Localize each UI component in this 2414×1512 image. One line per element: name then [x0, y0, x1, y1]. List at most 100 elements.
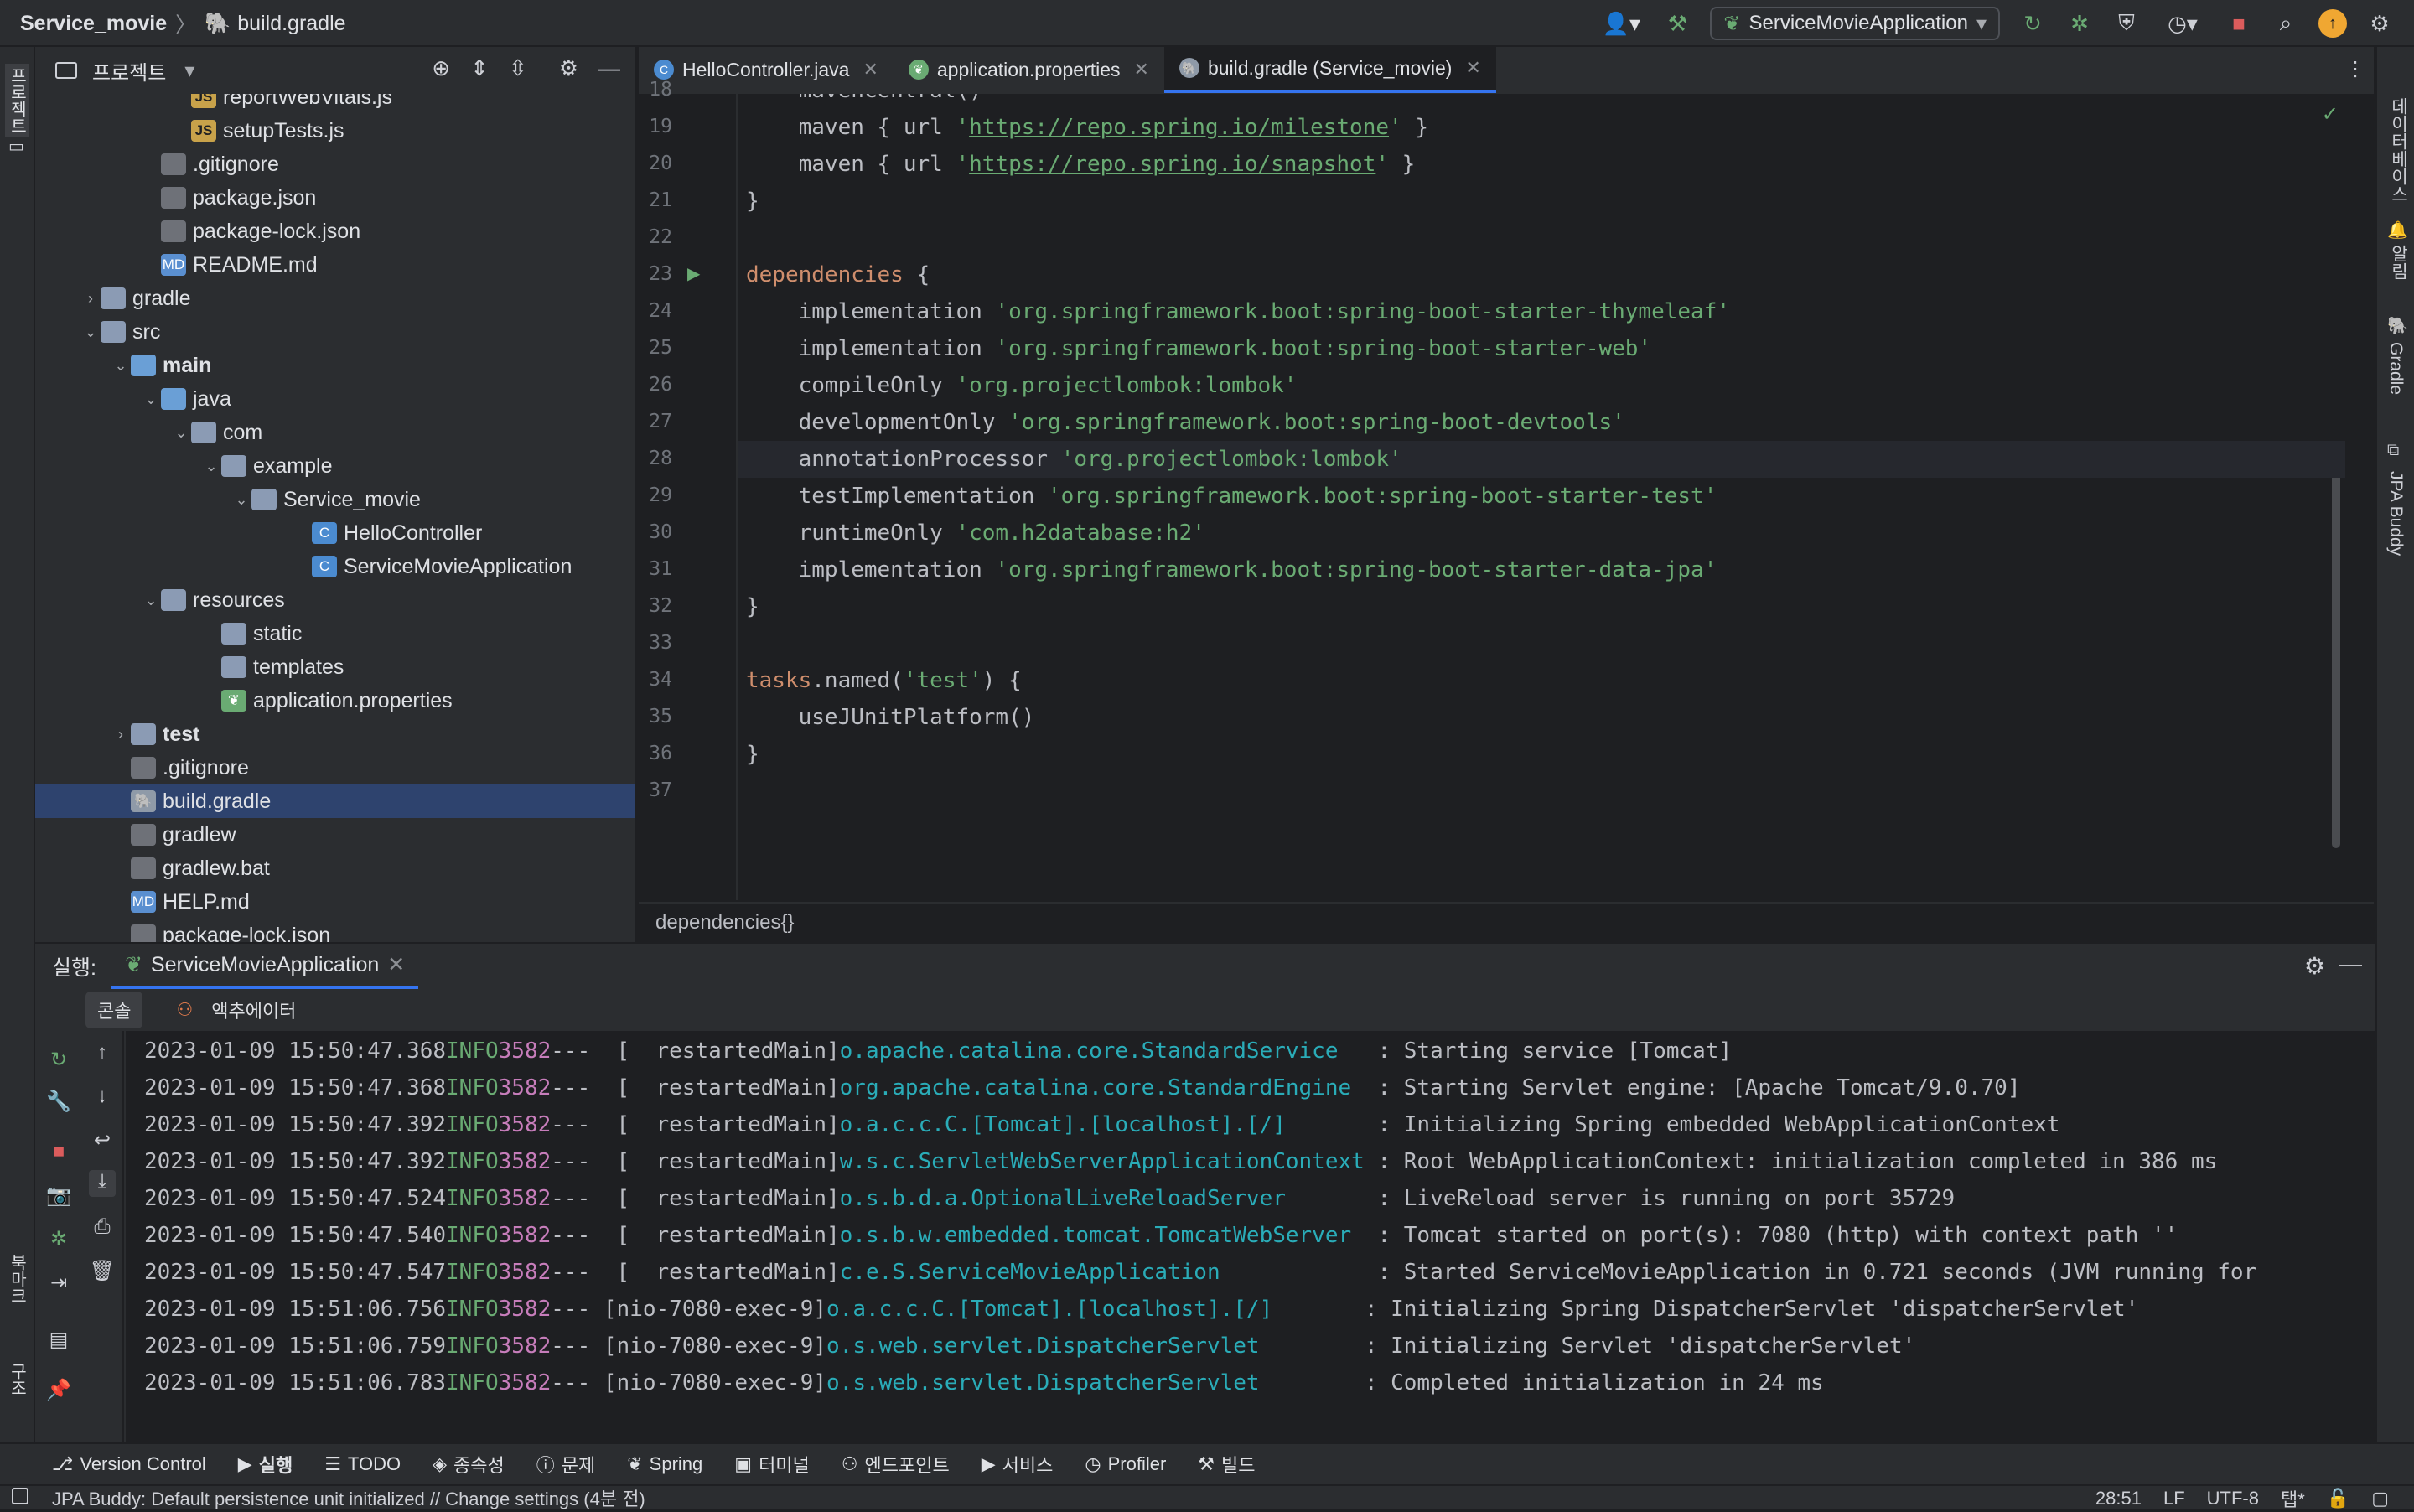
indent-setting[interactable]: 탭*: [2281, 1485, 2305, 1512]
tool-window-button[interactable]: ▶ 실행: [238, 1451, 293, 1478]
code-line[interactable]: tasks .named('test') {: [738, 662, 2345, 699]
profile-icon[interactable]: ◷▾: [2159, 9, 2206, 38]
code-line[interactable]: maven { url ' https://repo.spring.io/snap…: [738, 146, 2345, 183]
tree-item[interactable]: gradlew: [35, 818, 635, 852]
code-link[interactable]: https://repo.spring.io/snapshot: [969, 152, 1375, 177]
debug-icon[interactable]: ✲: [45, 1227, 72, 1254]
tree-item[interactable]: ⌄ resources: [35, 583, 635, 617]
close-icon[interactable]: ✕: [387, 952, 405, 977]
tree-item[interactable]: ❦ application.properties: [35, 684, 635, 717]
update-icon[interactable]: ↑: [2318, 9, 2347, 38]
caret-position[interactable]: 28:51: [2095, 1488, 2142, 1509]
lock-icon[interactable]: 🔓: [2327, 1488, 2349, 1509]
code-line[interactable]: }: [738, 588, 2345, 625]
debug-icon[interactable]: ✲: [2065, 9, 2094, 38]
tree-item[interactable]: ⌄ java: [35, 382, 635, 416]
chevron-down-icon[interactable]: ⌄: [231, 491, 251, 509]
code-line[interactable]: }: [738, 736, 2345, 773]
folder-icon[interactable]: ▭: [8, 136, 24, 157]
settings-icon[interactable]: ⚙: [2365, 9, 2394, 38]
status-window-icon[interactable]: [12, 1488, 28, 1504]
minimize-icon[interactable]: —: [2339, 950, 2362, 977]
console-output[interactable]: 2023-01-09 15:50:47.368 INFO 3582 --- [ …: [126, 1031, 2375, 1444]
code-view[interactable]: ✓ mavenCentral() maven { url 'https://re…: [736, 94, 2345, 900]
current-file-name[interactable]: build.gradle: [237, 12, 345, 36]
tree-item[interactable]: static: [35, 617, 635, 650]
notifications-tool-tab[interactable]: 알림: [2386, 245, 2411, 280]
status-message[interactable]: JPA Buddy: Default persistence unit init…: [52, 1484, 645, 1511]
chevron-down-icon[interactable]: ⌄: [141, 391, 161, 408]
tree-item[interactable]: .gitignore: [35, 148, 635, 181]
layout-icon[interactable]: ▤: [45, 1328, 72, 1354]
locate-icon[interactable]: ⊕: [432, 55, 450, 81]
code-line[interactable]: mavenCentral(): [738, 94, 2345, 109]
search-icon[interactable]: ⌕: [2272, 9, 2300, 38]
tool-window-button[interactable]: ⚒ 빌드: [1198, 1451, 1255, 1478]
gear-icon[interactable]: ⚙: [559, 55, 578, 81]
project-name[interactable]: Service_movie: [20, 12, 167, 36]
stop-icon[interactable]: ■: [45, 1140, 72, 1167]
tree-item[interactable]: package-lock.json: [35, 919, 635, 942]
code-breadcrumb[interactable]: dependencies{}: [639, 902, 2374, 942]
tree-item[interactable]: MD README.md: [35, 248, 635, 282]
structure-tool-tab[interactable]: 구조: [5, 1363, 29, 1396]
chevron-right-icon[interactable]: ›: [111, 726, 131, 743]
tool-window-button[interactable]: ◈ 종속성: [433, 1451, 505, 1478]
arrow-up-icon[interactable]: ↑: [89, 1041, 116, 1068]
print-icon[interactable]: ⎙: [89, 1215, 116, 1242]
editor-tab[interactable]: ❦ application.properties ✕: [894, 46, 1164, 93]
tab-console[interactable]: 콘솔: [85, 992, 143, 1028]
rerun-icon[interactable]: ↻: [45, 1048, 72, 1074]
tree-item[interactable]: JS reportWebVitals.js: [35, 94, 635, 114]
code-line[interactable]: implementation 'org.springframework.boot…: [738, 293, 2345, 330]
code-line[interactable]: compileOnly 'org.projectlombok:lombok': [738, 367, 2345, 404]
tree-item[interactable]: C HelloController: [35, 516, 635, 550]
trash-icon[interactable]: 🗑: [89, 1259, 116, 1286]
code-link[interactable]: https://repo.spring.io/milestone: [969, 115, 1389, 140]
coverage-icon[interactable]: ⛨: [2112, 9, 2141, 38]
chevron-down-icon[interactable]: ⌄: [141, 592, 161, 609]
tool-window-button[interactable]: ⎇ Version Control: [52, 1453, 206, 1475]
code-line[interactable]: [738, 773, 2345, 810]
chevron-right-icon[interactable]: ›: [80, 290, 101, 308]
tree-item[interactable]: › test: [35, 717, 635, 751]
code-line[interactable]: }: [738, 183, 2345, 220]
file-encoding[interactable]: UTF-8: [2207, 1488, 2259, 1509]
pin-icon[interactable]: 📌: [45, 1378, 72, 1405]
scroll-to-end-icon[interactable]: ⤓: [89, 1170, 116, 1197]
soft-wrap-icon[interactable]: ↩: [89, 1128, 116, 1155]
tree-item[interactable]: gradlew.bat: [35, 852, 635, 885]
close-icon[interactable]: ✕: [1134, 59, 1149, 80]
tree-item[interactable]: MD HELP.md: [35, 885, 635, 919]
stop-icon[interactable]: ■: [2225, 9, 2253, 38]
code-line[interactable]: implementation 'org.springframework.boot…: [738, 551, 2345, 588]
code-line[interactable]: [738, 625, 2345, 662]
tree-item[interactable]: ⌄ example: [35, 449, 635, 483]
wrench-icon[interactable]: 🔧: [45, 1090, 72, 1116]
gradle-tool-tab[interactable]: Gradle: [2386, 342, 2406, 395]
tool-window-button[interactable]: ☰ TODO: [324, 1453, 401, 1475]
run-configuration-select[interactable]: ❦ ServiceMovieApplication ▾: [1710, 7, 2000, 40]
tool-window-button[interactable]: ▣ 터미널: [734, 1451, 810, 1478]
code-line[interactable]: testImplementation 'org.springframework.…: [738, 478, 2345, 515]
code-line[interactable]: implementation 'org.springframework.boot…: [738, 330, 2345, 367]
tree-item[interactable]: › gradle: [35, 282, 635, 315]
user-icon[interactable]: 👤▾: [1598, 9, 1645, 38]
chevron-down-icon[interactable]: ⌄: [171, 424, 191, 442]
minimize-icon[interactable]: —: [598, 55, 620, 81]
tool-window-button[interactable]: ◷ Profiler: [1085, 1453, 1166, 1475]
code-line[interactable]: useJUnitPlatform(): [738, 699, 2345, 736]
tree-item[interactable]: ⌄ Service_movie: [35, 483, 635, 516]
editor-tab[interactable]: C HelloController.java ✕: [639, 46, 894, 93]
run-gutter-icon[interactable]: ▶: [687, 263, 700, 284]
run-tab[interactable]: ❦ ServiceMovieApplication ✕: [111, 944, 419, 989]
tool-window-button[interactable]: ▶ 서비스: [982, 1451, 1054, 1478]
chevron-down-icon[interactable]: ▾: [184, 59, 194, 83]
tool-window-button[interactable]: ⚇ 엔드포인트: [842, 1451, 950, 1478]
code-line[interactable]: annotationProcessor 'org.projectlombok:l…: [738, 441, 2345, 478]
expand-all-icon[interactable]: ⇕: [470, 55, 489, 81]
gear-icon[interactable]: ⚙: [2304, 952, 2325, 980]
more-tabs-icon[interactable]: ⋮: [2345, 57, 2365, 81]
tree-item[interactable]: ⌄ src: [35, 315, 635, 349]
code-line[interactable]: [738, 220, 2345, 256]
